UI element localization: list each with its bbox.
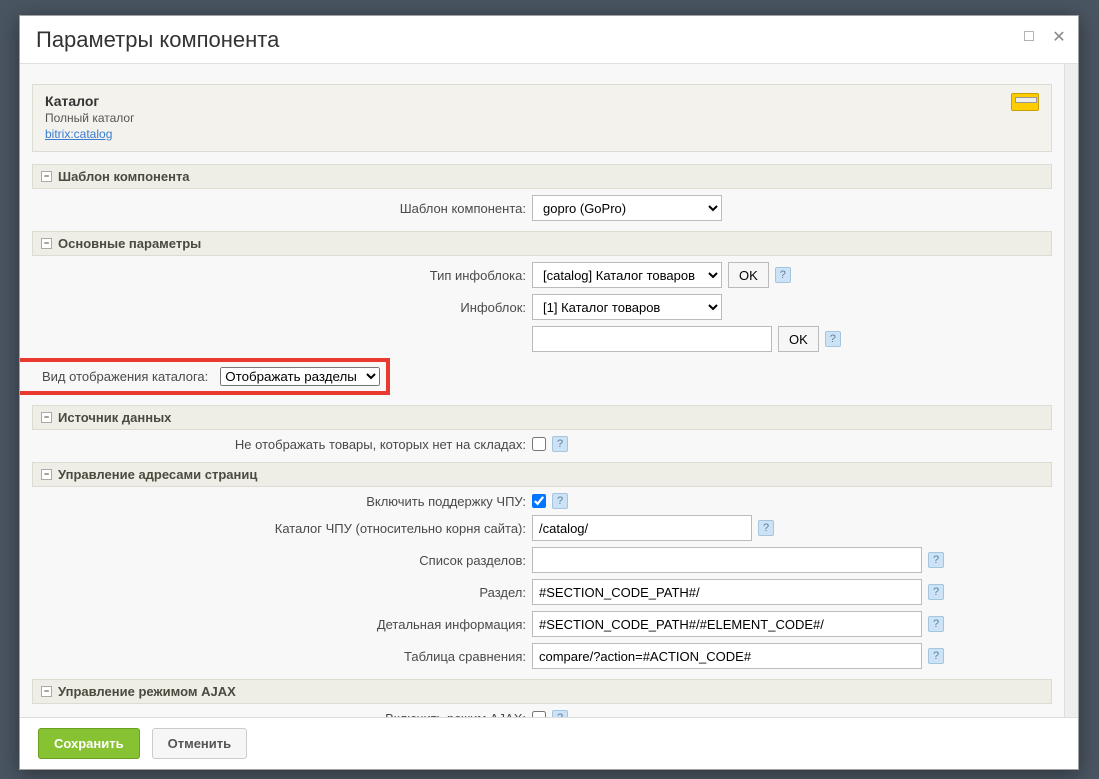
help-icon[interactable]: ? xyxy=(825,331,841,347)
section-template-title: Шаблон компонента xyxy=(58,169,190,184)
label-sef-folder: Каталог ЧПУ (относительно корня сайта): xyxy=(32,521,532,536)
label-template: Шаблон компонента: xyxy=(32,201,532,216)
section-ajax-header: − Управление режимом AJAX xyxy=(32,679,1052,704)
section-main-title: Основные параметры xyxy=(58,236,201,251)
component-params-dialog: Параметры компонента □ ✕ Каталог Полный … xyxy=(19,15,1079,770)
component-name: Каталог xyxy=(45,93,134,109)
scrollbar[interactable] xyxy=(1064,64,1078,717)
component-desc: Полный каталог xyxy=(45,111,134,125)
dialog-title-text: Параметры компонента xyxy=(36,27,279,53)
select-iblock-type[interactable]: [catalog] Каталог товаров xyxy=(532,262,722,288)
help-icon[interactable]: ? xyxy=(552,493,568,509)
section-sef-header: − Управление адресами страниц xyxy=(32,462,1052,487)
help-icon[interactable]: ? xyxy=(928,552,944,568)
section-template-header: − Шаблон компонента xyxy=(32,164,1052,189)
input-section[interactable] xyxy=(532,579,922,605)
ok-button-iblock[interactable]: OK xyxy=(778,326,819,352)
highlighted-row: Вид отображения каталога: Отображать раз… xyxy=(20,358,390,395)
section-main-header: − Основные параметры xyxy=(32,231,1052,256)
label-iblock-type: Тип инфоблока: xyxy=(32,268,532,283)
help-icon[interactable]: ? xyxy=(928,616,944,632)
help-icon[interactable]: ? xyxy=(552,710,568,717)
component-code-link[interactable]: bitrix:catalog xyxy=(45,127,112,141)
label-hide-unavail: Не отображать товары, которых нет на скл… xyxy=(32,437,532,452)
help-icon[interactable]: ? xyxy=(775,267,791,283)
section-datasource-title: Источник данных xyxy=(58,410,171,425)
collapse-icon[interactable]: − xyxy=(41,238,52,249)
component-badge-icon xyxy=(1011,93,1039,111)
dialog-footer: Сохранить Отменить xyxy=(20,717,1078,769)
label-section: Раздел: xyxy=(32,585,532,600)
dialog-content: Каталог Полный каталог bitrix:catalog − … xyxy=(20,64,1064,717)
select-iblock[interactable]: [1] Каталог товаров xyxy=(532,294,722,320)
label-sef-enable: Включить поддержку ЧПУ: xyxy=(32,494,532,509)
section-ajax-title: Управление режимом AJAX xyxy=(58,684,236,699)
collapse-icon[interactable]: − xyxy=(41,686,52,697)
label-section-list: Список разделов: xyxy=(32,553,532,568)
cancel-button[interactable]: Отменить xyxy=(152,728,248,759)
select-template[interactable]: gopro (GoPro) xyxy=(532,195,722,221)
dialog-title-bar: Параметры компонента □ ✕ xyxy=(20,16,1078,64)
select-catalog-view[interactable]: Отображать разделы xyxy=(220,367,380,386)
help-icon[interactable]: ? xyxy=(758,520,774,536)
help-icon[interactable]: ? xyxy=(928,584,944,600)
ok-button-iblock-type[interactable]: OK xyxy=(728,262,769,288)
maximize-icon[interactable]: □ xyxy=(1020,28,1038,46)
help-icon[interactable]: ? xyxy=(552,436,568,452)
collapse-icon[interactable]: − xyxy=(41,171,52,182)
checkbox-hide-unavail[interactable] xyxy=(532,437,546,451)
close-icon[interactable]: ✕ xyxy=(1050,28,1068,46)
input-detail[interactable] xyxy=(532,611,922,637)
component-header: Каталог Полный каталог bitrix:catalog xyxy=(32,84,1052,152)
label-compare: Таблица сравнения: xyxy=(32,649,532,664)
label-iblock: Инфоблок: xyxy=(32,300,532,315)
collapse-icon[interactable]: − xyxy=(41,412,52,423)
collapse-icon[interactable]: − xyxy=(41,469,52,480)
input-section-list[interactable] xyxy=(532,547,922,573)
checkbox-sef-enable[interactable] xyxy=(532,494,546,508)
label-detail: Детальная информация: xyxy=(32,617,532,632)
section-datasource-header: − Источник данных xyxy=(32,405,1052,430)
label-catalog-view: Вид отображения каталога: xyxy=(20,369,214,384)
help-icon[interactable]: ? xyxy=(928,648,944,664)
save-button[interactable]: Сохранить xyxy=(38,728,140,759)
input-sef-folder[interactable] xyxy=(532,515,752,541)
multi-select-placeholder[interactable] xyxy=(532,326,772,352)
section-sef-title: Управление адресами страниц xyxy=(58,467,257,482)
input-compare[interactable] xyxy=(532,643,922,669)
